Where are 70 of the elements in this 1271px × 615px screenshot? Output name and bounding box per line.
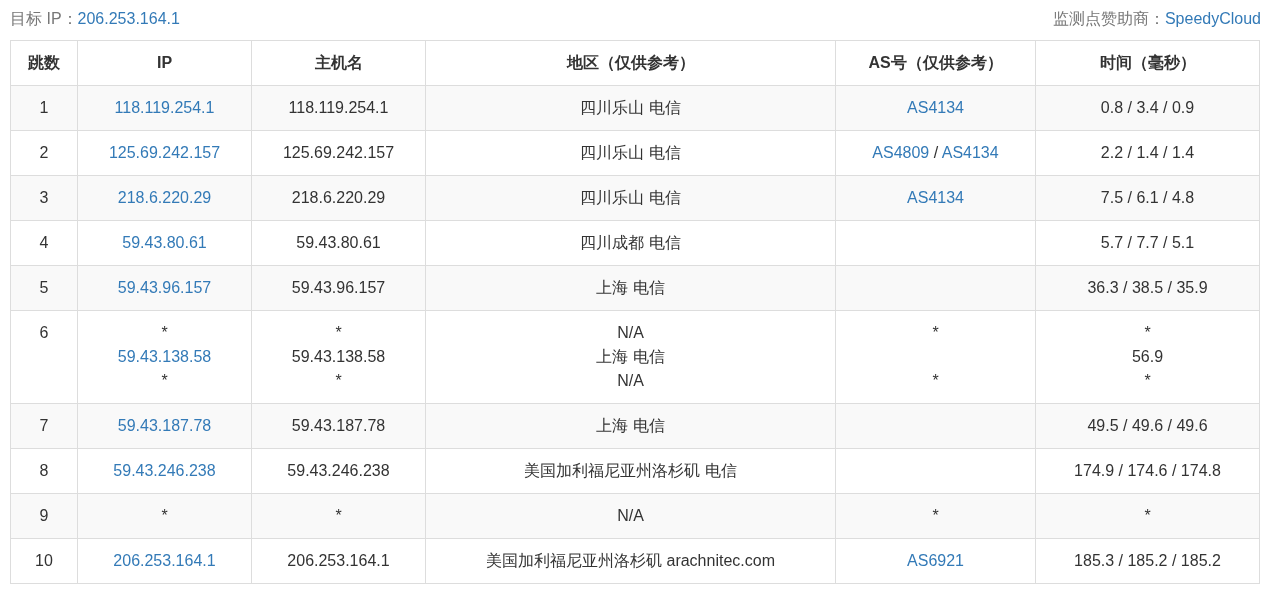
hop-number: 1 (39, 99, 49, 116)
target-ip-link[interactable]: 206.253.164.1 (77, 9, 180, 27)
hop-number: 9 (39, 507, 49, 524)
region-text: 美国加利福尼亚州洛杉矶 arachnitec.com (486, 552, 775, 569)
column-header: IP (156, 54, 173, 71)
hostname-text: 59.43.80.61 (296, 234, 381, 251)
latency-text: * (1144, 372, 1151, 389)
hop-number: 4 (39, 234, 49, 251)
hostname-text: * (335, 324, 342, 341)
hop-number: 5 (39, 279, 49, 296)
hostname-text: 125.69.242.157 (282, 144, 395, 161)
as-number-link[interactable]: AS4809 (872, 144, 930, 161)
column-header: 地区（仅供参考） (566, 54, 695, 71)
as-number-text: / (932, 144, 940, 161)
region-text: 美国加利福尼亚州洛杉矶 电信 (524, 462, 737, 479)
latency-text: 7.5 / 6.1 / 4.8 (1100, 189, 1195, 206)
hop-number: 6 (39, 324, 49, 341)
as-number-link[interactable]: AS6921 (907, 552, 964, 569)
as-number-link[interactable]: AS4134 (907, 99, 964, 116)
latency-text: 56.9 (1131, 348, 1164, 365)
hostname-text: 218.6.220.29 (291, 189, 386, 206)
column-header: 跳数 (28, 54, 60, 71)
hostname-text: 59.43.138.58 (291, 348, 386, 365)
latency-text: 36.3 / 38.5 / 35.9 (1087, 279, 1208, 296)
ip-text: * (161, 507, 168, 524)
target-label: 目标 IP： (10, 9, 78, 27)
as-number-text: * (932, 372, 939, 389)
hop-number: 8 (39, 462, 49, 479)
latency-text: 0.8 / 3.4 / 0.9 (1100, 99, 1195, 116)
hostname-text: 59.43.187.78 (291, 417, 386, 434)
region-text: 上海 电信 (596, 348, 665, 365)
region-text: 四川乐山 电信 (580, 99, 681, 116)
ip-link[interactable]: 59.43.138.58 (117, 348, 212, 365)
sponsor-label: 监测点赞助商： (1052, 9, 1165, 27)
latency-text: 49.5 / 49.6 / 49.6 (1087, 417, 1208, 434)
column-header: 时间（毫秒） (1099, 54, 1196, 71)
hostname-text: 59.43.246.238 (287, 462, 390, 479)
column-header: AS号（仅供参考） (868, 54, 1003, 71)
region-text: N/A (617, 507, 644, 524)
as-number-link[interactable]: AS4134 (907, 189, 964, 206)
hostname-text: * (335, 372, 342, 389)
sponsor-link[interactable]: SpeedyCloud (1164, 9, 1261, 27)
region-text: 上海 电信 (596, 417, 665, 434)
hop-number: 3 (39, 189, 49, 206)
region-text: 四川乐山 电信 (580, 144, 681, 161)
region-text: N/A (617, 324, 644, 341)
latency-text: 5.7 / 7.7 / 5.1 (1100, 234, 1195, 251)
as-number-text: * (932, 324, 939, 341)
column-header: 主机名 (314, 54, 363, 71)
hostname-text: * (335, 507, 342, 524)
hostname-text: 206.253.164.1 (287, 552, 390, 569)
hop-number: 7 (39, 417, 49, 434)
ip-text: * (161, 372, 168, 389)
latency-text: * (1144, 324, 1151, 341)
latency-text: 2.2 / 1.4 / 1.4 (1100, 144, 1195, 161)
hop-number: 2 (39, 144, 49, 161)
region-text: 四川乐山 电信 (580, 189, 681, 206)
latency-text: 174.9 / 174.6 / 174.8 (1074, 462, 1221, 479)
as-number-link[interactable]: AS4134 (941, 144, 999, 161)
region-text: N/A (617, 372, 644, 389)
latency-text: 185.3 / 185.2 / 185.2 (1074, 552, 1221, 569)
ip-text: * (161, 324, 168, 341)
ip-link[interactable]: 59.43.80.61 (122, 234, 207, 251)
region-text: 上海 电信 (596, 279, 665, 296)
region-text: 四川成都 电信 (580, 234, 681, 251)
hop-number: 10 (35, 552, 53, 569)
hostname-text: 59.43.96.157 (291, 279, 386, 296)
hostname-text: 118.119.254.1 (288, 99, 389, 116)
as-number-text: * (932, 507, 939, 524)
latency-text: * (1144, 507, 1151, 524)
